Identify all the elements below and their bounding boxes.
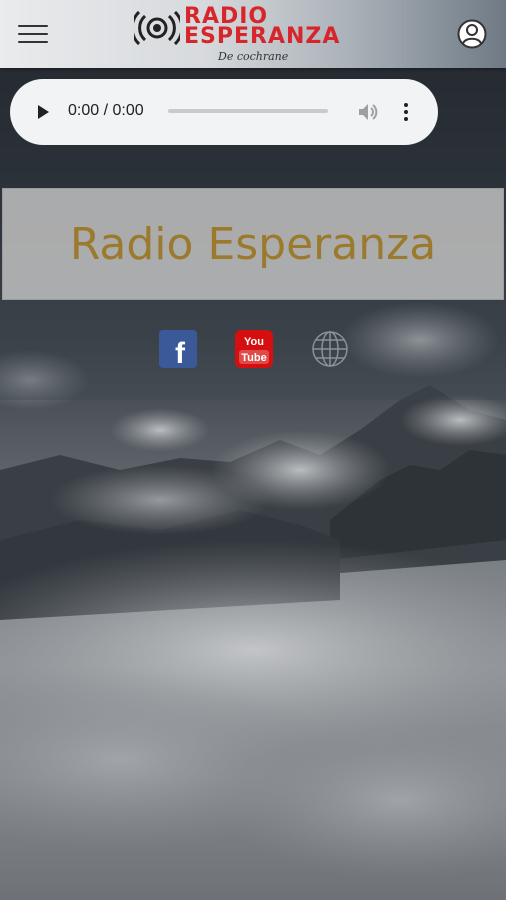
youtube-label-you: You — [244, 336, 264, 348]
hamburger-menu-icon[interactable] — [18, 22, 50, 46]
more-options-icon[interactable] — [397, 101, 415, 123]
volume-icon[interactable] — [356, 101, 378, 123]
logo-subtitle: De cochrane — [218, 50, 289, 63]
logo-text-esperanza: ESPERANZA — [184, 24, 341, 49]
social-links-bar: f You Tube — [0, 300, 506, 400]
station-title-panel: Radio Esperanza — [2, 188, 504, 300]
youtube-label-tube: Tube — [241, 352, 266, 364]
app-header: RADIO ESPERANZA De cochrane — [0, 0, 506, 68]
play-icon[interactable] — [34, 103, 52, 121]
seek-bar[interactable] — [168, 109, 328, 113]
user-profile-icon[interactable] — [457, 19, 487, 49]
station-title: Radio Esperanza — [69, 219, 437, 270]
radio-esperanza-logo: RADIO ESPERANZA De cochrane — [132, 2, 382, 66]
audio-player: 0:00 / 0:00 — [10, 79, 438, 145]
broadcast-icon — [134, 10, 180, 46]
youtube-icon[interactable]: You Tube — [235, 330, 273, 368]
facebook-letter: f — [175, 337, 186, 368]
playback-time: 0:00 / 0:00 — [68, 102, 144, 119]
facebook-icon[interactable]: f — [159, 330, 197, 368]
globe-icon[interactable] — [311, 330, 349, 368]
